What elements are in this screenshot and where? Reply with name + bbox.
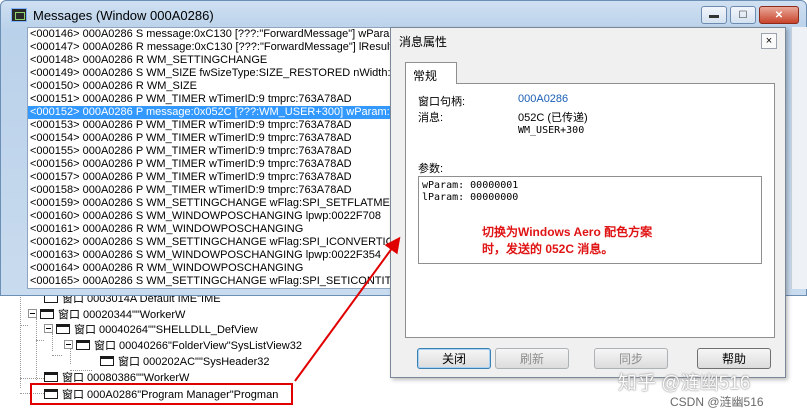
message-log-line[interactable]: <000159> 000A0286 S WM_SETTINGCHANGE wFl… (28, 197, 396, 210)
message-log-line[interactable]: <000160> 000A0286 S WM_WINDOWPOSCHANGING… (28, 210, 396, 223)
message-name: WM_USER+300 (518, 125, 585, 136)
message-log-line[interactable]: <000161> 000A0286 R WM_WINDOWPOSCHANGING (28, 223, 396, 236)
zhihu-watermark: 知乎 @涟幽516 (618, 373, 751, 394)
message-log-line[interactable]: <000165> 000A0286 S WM_SETTINGCHANGE wFl… (28, 275, 396, 288)
message-log-line[interactable]: <000164> 000A0286 R WM_WINDOWPOSCHANGING (28, 262, 396, 275)
annotation-note: 切换为Windows Aero 配色方案 时，发送的 052C 消息。 (482, 224, 652, 258)
params-label: 参数: (418, 163, 444, 175)
message-log-line[interactable]: <000151> 000A0286 P WM_TIMER wTimerID:9 … (28, 93, 396, 106)
message-log-line[interactable]: <000154> 000A0286 P WM_TIMER wTimerID:9 … (28, 132, 396, 145)
message-properties-dialog: 消息属性 × 常规 窗口句柄: 000A0286 消息: 052C (已传递) … (390, 27, 786, 378)
message-log-line[interactable]: <000146> 000A0286 S message:0xC130 [???:… (28, 28, 396, 41)
close-dialog-button[interactable]: 关闭 (417, 348, 491, 369)
window-icon (40, 308, 54, 319)
message-log-line[interactable]: <000148> 000A0286 R WM_SETTINGCHANGE (28, 54, 396, 67)
maximize-icon: ☐ (738, 9, 748, 21)
window-title-bar: Messages (Window 000A0286) (11, 5, 214, 25)
minimize-button[interactable]: ▬ (701, 6, 727, 24)
window-icon (100, 355, 114, 366)
dialog-close-button[interactable]: × (761, 33, 777, 49)
message-log-line[interactable]: <000162> 000A0286 S WM_SETTINGCHANGE wFl… (28, 236, 396, 249)
annotation-note-line: 时，发送的 052C 消息。 (482, 242, 614, 256)
tab-general[interactable]: 常规 (405, 62, 457, 84)
window-icon (56, 323, 70, 334)
message-log-line[interactable]: <000152> 000A0286 P message:0x052C [???:… (28, 106, 396, 119)
collapse-icon[interactable] (28, 309, 37, 318)
sync-button[interactable]: 同步 (594, 348, 668, 369)
collapse-icon[interactable] (44, 324, 53, 333)
handle-label: 窗口句柄: (418, 96, 466, 108)
message-label: 消息: (418, 112, 444, 124)
handle-value-link[interactable]: 000A0286 (518, 93, 568, 105)
message-log-line[interactable]: <000155> 000A0286 P WM_TIMER wTimerID:9 … (28, 145, 396, 158)
refresh-button[interactable]: 刷新 (495, 348, 569, 369)
annotation-highlight-box (30, 383, 293, 405)
close-button[interactable]: ✕ (759, 6, 799, 24)
csdn-watermark: CSDN @涟幽516 (670, 395, 764, 409)
tree-row[interactable]: 窗口 000202AC""SysHeader32 (100, 353, 270, 368)
message-value: 052C (已传递) (518, 112, 588, 124)
window-title: Messages (Window 000A0286) (33, 7, 214, 23)
window-icon (76, 339, 90, 350)
message-log-line[interactable]: <000149> 000A0286 S WM_SIZE fwSizeType:S… (28, 67, 396, 80)
tree-row-label: 窗口 00040264""SHELLDLL_DefView (74, 323, 258, 336)
lparam-line: lParam: 00000000 (422, 192, 519, 203)
tree-row-label: 窗口 00020344""WorkerW (58, 308, 186, 321)
message-log-line[interactable]: <000157> 000A0286 P WM_TIMER wTimerID:9 … (28, 171, 396, 184)
vertical-scrollbar[interactable] (791, 27, 807, 289)
message-log-line[interactable]: <000150> 000A0286 R WM_SIZE (28, 80, 396, 93)
message-log-line[interactable]: <000147> 000A0286 R message:0xC130 [???:… (28, 41, 396, 54)
maximize-button[interactable]: ☐ (730, 6, 756, 24)
collapse-icon[interactable] (64, 340, 73, 349)
tree-row[interactable]: 窗口 00040266"FolderView"SysListView32 (64, 337, 302, 352)
close-icon: × (765, 35, 773, 47)
general-tab-page: 窗口句柄: 000A0286 消息: 052C (已传递) WM_USER+30… (405, 83, 775, 338)
tree-row[interactable]: 窗口 00020344""WorkerW (28, 306, 185, 321)
wparam-line: wParam: 00000001 (422, 180, 519, 191)
message-log-line[interactable]: <000163> 000A0286 S WM_WINDOWPOSCHANGING… (28, 249, 396, 262)
spy-app-icon (11, 8, 27, 22)
dialog-title: 消息属性 (399, 35, 448, 49)
window-icon (44, 371, 58, 382)
close-icon: ✕ (774, 9, 784, 21)
message-log-line[interactable]: <000156> 000A0286 P WM_TIMER wTimerID:9 … (28, 158, 396, 171)
help-button[interactable]: 帮助 (697, 348, 771, 369)
message-log-line[interactable]: <000153> 000A0286 P WM_TIMER wTimerID:9 … (28, 119, 396, 132)
minimize-icon: ▬ (709, 9, 719, 21)
message-log-line[interactable]: <000158> 000A0286 P WM_TIMER wTimerID:9 … (28, 184, 396, 197)
tree-row[interactable]: 窗口 00080386""WorkerW (44, 369, 189, 384)
message-log-list[interactable]: <000146> 000A0286 S message:0xC130 [???:… (27, 27, 397, 289)
tree-row[interactable]: 窗口 00040264""SHELLDLL_DefView (44, 321, 258, 336)
annotation-note-line: 切换为Windows Aero 配色方案 (482, 225, 653, 239)
tree-row-label: 窗口 000202AC""SysHeader32 (118, 355, 270, 368)
tree-row-label: 窗口 00040266"FolderView"SysListView32 (94, 339, 302, 352)
